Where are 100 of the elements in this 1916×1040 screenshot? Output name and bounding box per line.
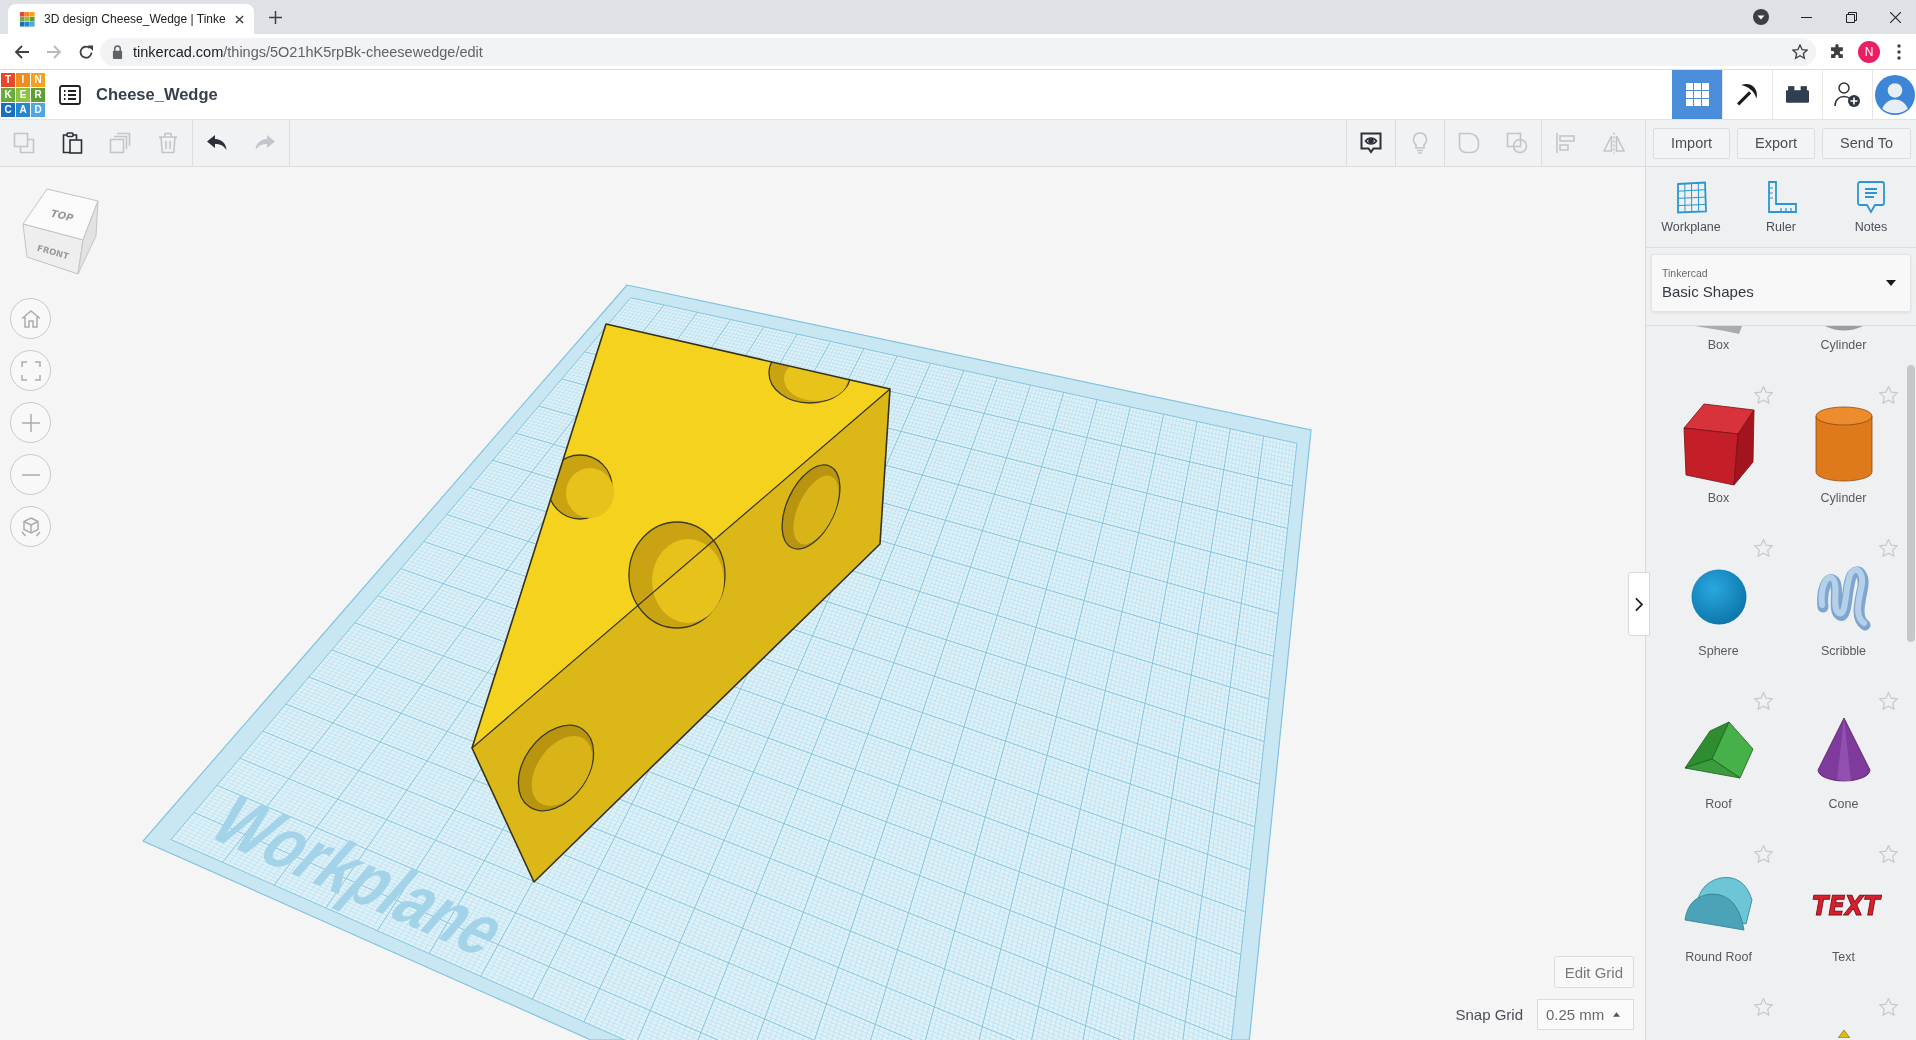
minus-icon <box>20 473 41 476</box>
design-title[interactable]: Cheese_Wedge <box>96 85 218 104</box>
box-sliver-icon[interactable] <box>1695 326 1742 334</box>
favorite-star-icon[interactable] <box>1754 386 1773 404</box>
library-provider-label: Tinkercad <box>1662 266 1709 279</box>
bookmark-star-icon[interactable] <box>1792 43 1808 60</box>
cube-outline-icon <box>20 516 41 537</box>
favorite-star-icon[interactable] <box>1879 386 1898 404</box>
logo-tile: N <box>31 72 45 87</box>
close-icon[interactable] <box>234 14 244 24</box>
favorite-star-icon[interactable] <box>1879 845 1898 863</box>
tile-grid-favicon-icon <box>20 11 35 27</box>
shape-label: Cone <box>1828 796 1859 813</box>
plus-icon <box>20 412 41 433</box>
zoom-out-button[interactable] <box>10 454 51 495</box>
logo-tile: T <box>1 72 15 87</box>
reload-icon[interactable] <box>78 43 94 60</box>
grid-icon <box>1686 83 1709 106</box>
copy-icon <box>13 132 35 154</box>
pyramid-tip-icon[interactable] <box>1837 1030 1850 1038</box>
home-icon <box>20 309 41 328</box>
avatar-icon <box>1874 74 1915 115</box>
shape-label: Round Roof <box>1685 949 1752 966</box>
back-arrow-icon[interactable] <box>14 43 30 60</box>
cone-icon[interactable] <box>1816 717 1871 782</box>
action-button[interactable]: Export <box>1737 127 1815 159</box>
shape-label: Sphere <box>1698 643 1739 660</box>
tab-search-icon[interactable] <box>1753 9 1769 25</box>
list-icon[interactable] <box>59 84 81 105</box>
logo-tile: D <box>31 102 45 117</box>
favorite-star-icon[interactable] <box>1754 998 1773 1016</box>
logo-tile: R <box>31 87 45 102</box>
logo-tile: C <box>1 102 15 117</box>
browser-tab[interactable]: 3D design Cheese_Wedge | Tinke <box>8 4 254 34</box>
zoom-in-button[interactable] <box>10 402 51 443</box>
shape-label: Cylinder <box>1820 337 1867 354</box>
duplicate-icon <box>109 132 131 154</box>
eye-bubble-icon <box>1360 132 1382 154</box>
roof-icon[interactable] <box>1683 720 1754 779</box>
note-bubble-icon <box>1855 181 1887 214</box>
clipboard-icon <box>61 132 83 154</box>
logo-tile: A <box>16 102 30 117</box>
library-category: Basic Shapes <box>1662 282 1755 300</box>
forward-arrow-icon[interactable] <box>46 43 62 60</box>
trash-icon <box>157 132 179 154</box>
lock-icon <box>112 44 123 59</box>
cylinder-sliver-icon[interactable] <box>1824 326 1863 331</box>
restore-icon[interactable] <box>1846 11 1857 23</box>
edit-grid-button[interactable]: Edit Grid <box>1553 956 1634 988</box>
account-button[interactable] <box>1872 70 1916 119</box>
align-icon <box>1555 132 1577 154</box>
text-shape-thumbnail[interactable]: TEXT <box>1799 881 1888 924</box>
scrollbar-thumb[interactable] <box>1907 365 1915 642</box>
fit-view-button[interactable] <box>10 350 51 391</box>
pickaxe-icon <box>1736 83 1759 106</box>
more-menu-icon[interactable] <box>1897 43 1901 60</box>
frame-corners-icon <box>20 360 41 381</box>
action-button[interactable]: Import <box>1653 127 1731 159</box>
snap-grid-dropdown[interactable]: 0.25 mm <box>1537 999 1634 1030</box>
shape-library-dropdown[interactable]: Tinkercad Basic Shapes <box>1651 254 1911 312</box>
shape-label: Scribble <box>1820 643 1867 660</box>
logo-tile: I <box>16 72 30 87</box>
ruler-icon <box>1765 181 1797 214</box>
action-button[interactable]: Send To <box>1822 127 1911 159</box>
favorite-star-icon[interactable] <box>1879 692 1898 710</box>
snap-grid-label: Snap Grid <box>1455 1006 1523 1023</box>
sphere-icon[interactable] <box>1690 568 1747 625</box>
minimize-icon[interactable] <box>1801 16 1812 18</box>
rounded-shape-icon <box>1458 132 1480 154</box>
shape-label: Box <box>1707 337 1730 354</box>
brick-icon <box>1786 83 1809 106</box>
url-text: tinkercad.com/things/5O21hK5rpBk-cheesewedge/edit <box>133 43 484 60</box>
close-window-icon[interactable] <box>1889 11 1901 23</box>
caret-up-icon <box>1613 1012 1621 1017</box>
square-circle-icon <box>1506 132 1528 154</box>
address-bar[interactable]: tinkercad.com/things/5O21hK5rpBk-cheesewedge/edit <box>100 37 1816 66</box>
favorite-star-icon[interactable] <box>1754 539 1773 557</box>
favorite-star-icon[interactable] <box>1879 998 1898 1016</box>
workplane-tool-button[interactable]: Workplane <box>1646 167 1736 247</box>
favorite-star-icon[interactable] <box>1754 692 1773 710</box>
home-view-button[interactable] <box>10 298 51 339</box>
shape-label: Roof <box>1705 796 1732 813</box>
ruler-tool-button[interactable]: Ruler <box>1736 167 1826 247</box>
caret-down-icon <box>1886 280 1896 286</box>
profile-avatar-button[interactable]: N <box>1858 40 1880 63</box>
puzzle-piece-icon[interactable] <box>1830 44 1845 59</box>
notes-tool-button[interactable]: Notes <box>1826 167 1916 247</box>
shape-label: Cylinder <box>1820 490 1867 507</box>
new-tab-icon[interactable] <box>268 10 282 24</box>
shape-label: Box <box>1707 490 1730 507</box>
ortho-view-button[interactable] <box>10 506 51 547</box>
chevron-right-icon <box>1635 596 1643 612</box>
logo-tile: E <box>16 87 30 102</box>
favorite-star-icon[interactable] <box>1754 845 1773 863</box>
collapse-panel-button[interactable] <box>1628 572 1650 636</box>
logo-tile: K <box>1 87 15 102</box>
favorite-star-icon[interactable] <box>1879 539 1898 557</box>
cylinder-icon[interactable] <box>1814 405 1873 482</box>
cube-icon[interactable] <box>1681 401 1756 486</box>
shape-label: Text <box>1832 949 1855 966</box>
